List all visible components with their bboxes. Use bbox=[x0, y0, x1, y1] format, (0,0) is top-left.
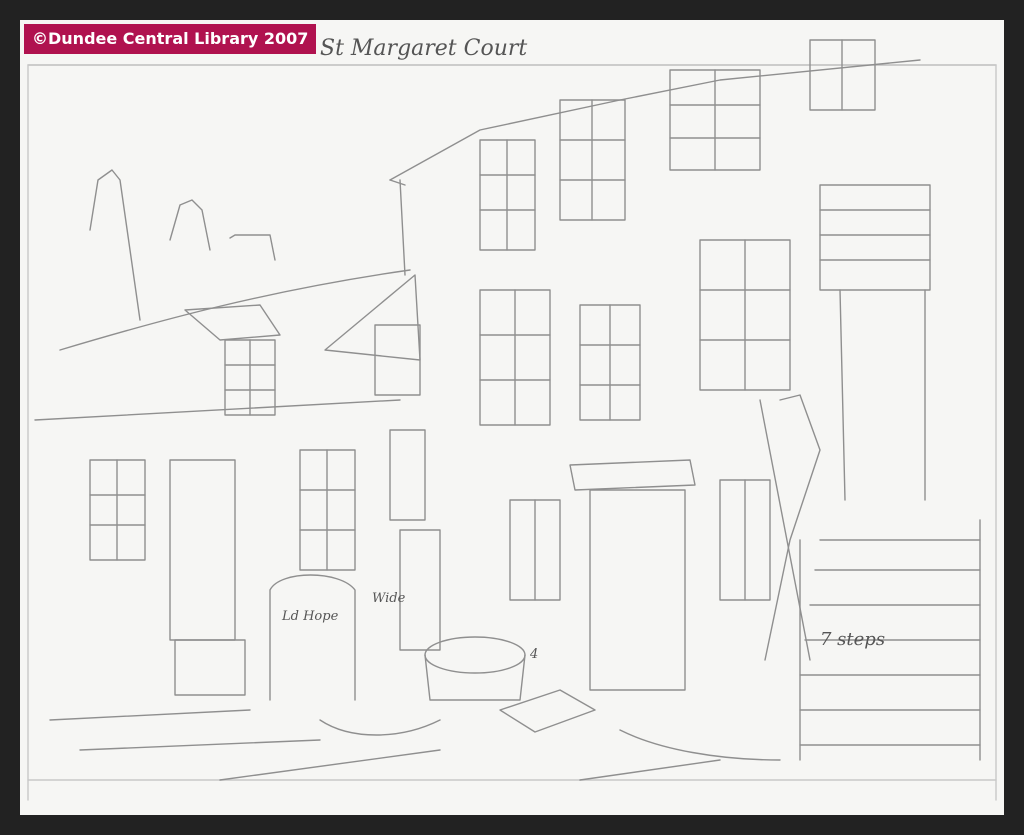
wide-annotation: Wide bbox=[372, 591, 406, 606]
door-annotation: Ld Hope bbox=[281, 609, 339, 624]
copyright-badge: ©Dundee Central Library 2007 bbox=[24, 24, 317, 54]
number-annotation: 4 bbox=[529, 647, 538, 662]
steps-annotation: 7 steps bbox=[820, 629, 885, 650]
title-annotation: St Margaret Court bbox=[320, 36, 527, 61]
pencil-sketch-illustration: St Margaret Court Ld Hope Wide 4 7 steps bbox=[27, 36, 997, 801]
